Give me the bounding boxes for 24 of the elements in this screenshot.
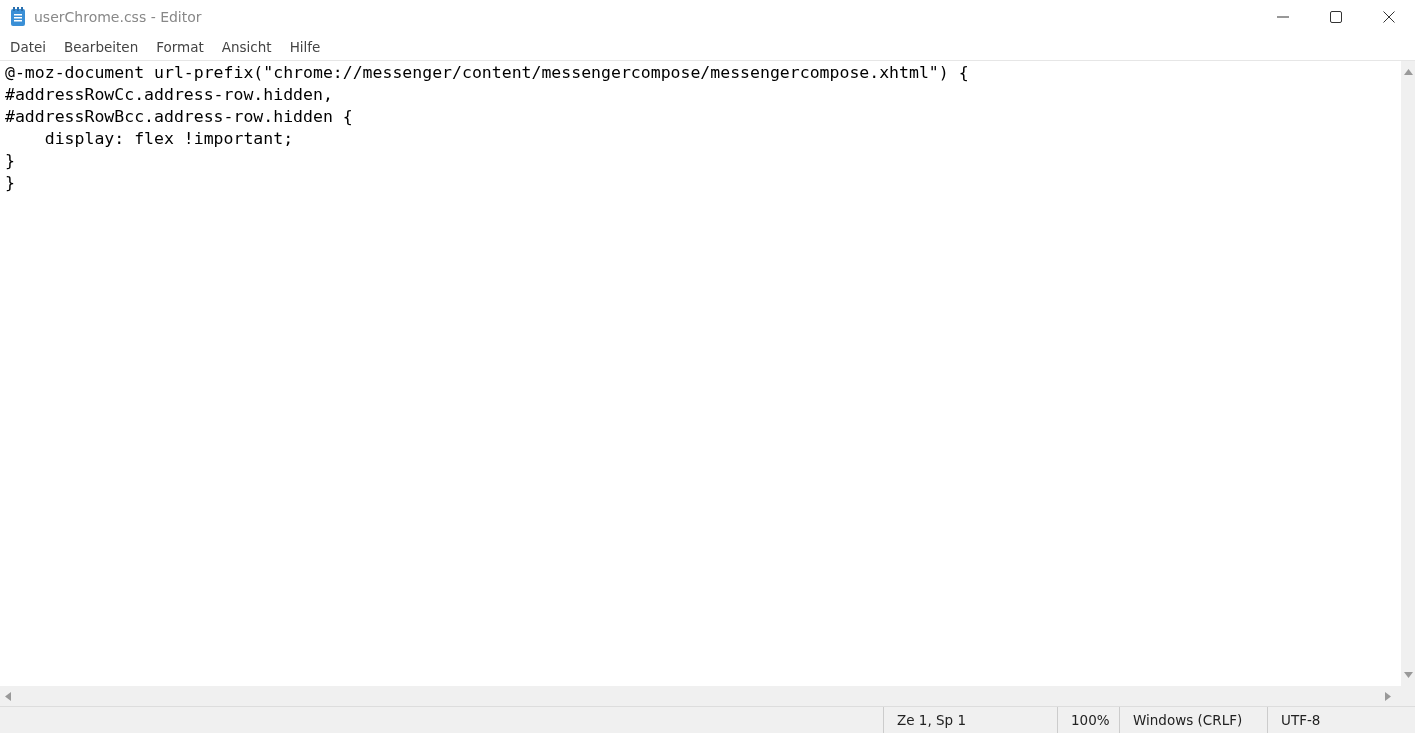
status-text: Windows (CRLF)	[1120, 707, 1268, 733]
scroll-right-icon[interactable]	[1385, 691, 1391, 701]
scroll-down-icon[interactable]	[1403, 672, 1413, 678]
code-line: @-moz-document url-prefix("chrome://messenger/content/messengercompose/messengercompose.xhtml") {	[5, 62, 970, 84]
menu-item[interactable]: Datei	[2, 38, 55, 55]
window-title: userChrome.css - Editor	[34, 8, 202, 25]
notepad-icon	[10, 6, 26, 27]
menu-item[interactable]: Ansicht	[213, 38, 280, 55]
status-text: 100%	[1058, 707, 1120, 733]
menu-item[interactable]: Hilfe	[281, 38, 329, 55]
code-line: display: flex !important;	[43, 128, 295, 150]
close-icon	[1382, 10, 1395, 23]
scroll-up-icon[interactable]	[1403, 69, 1413, 75]
status-text: UTF-8	[1280, 711, 1322, 730]
minimize-icon	[1276, 15, 1289, 18]
maximize-icon	[1329, 10, 1342, 23]
code-line: }	[5, 150, 16, 172]
scroll-left-icon[interactable]	[5, 691, 11, 701]
menu-item[interactable]: Format	[148, 38, 212, 55]
status-text: Ze 1, Sp 1	[884, 707, 1058, 733]
code-line: #addressRowBcc.address-row.hidden {	[5, 106, 354, 128]
menu-item[interactable]: Bearbeiten	[56, 38, 147, 55]
code-line: }	[5, 172, 16, 194]
code-line: #addressRowCc.address-row.hidden,	[5, 84, 334, 106]
